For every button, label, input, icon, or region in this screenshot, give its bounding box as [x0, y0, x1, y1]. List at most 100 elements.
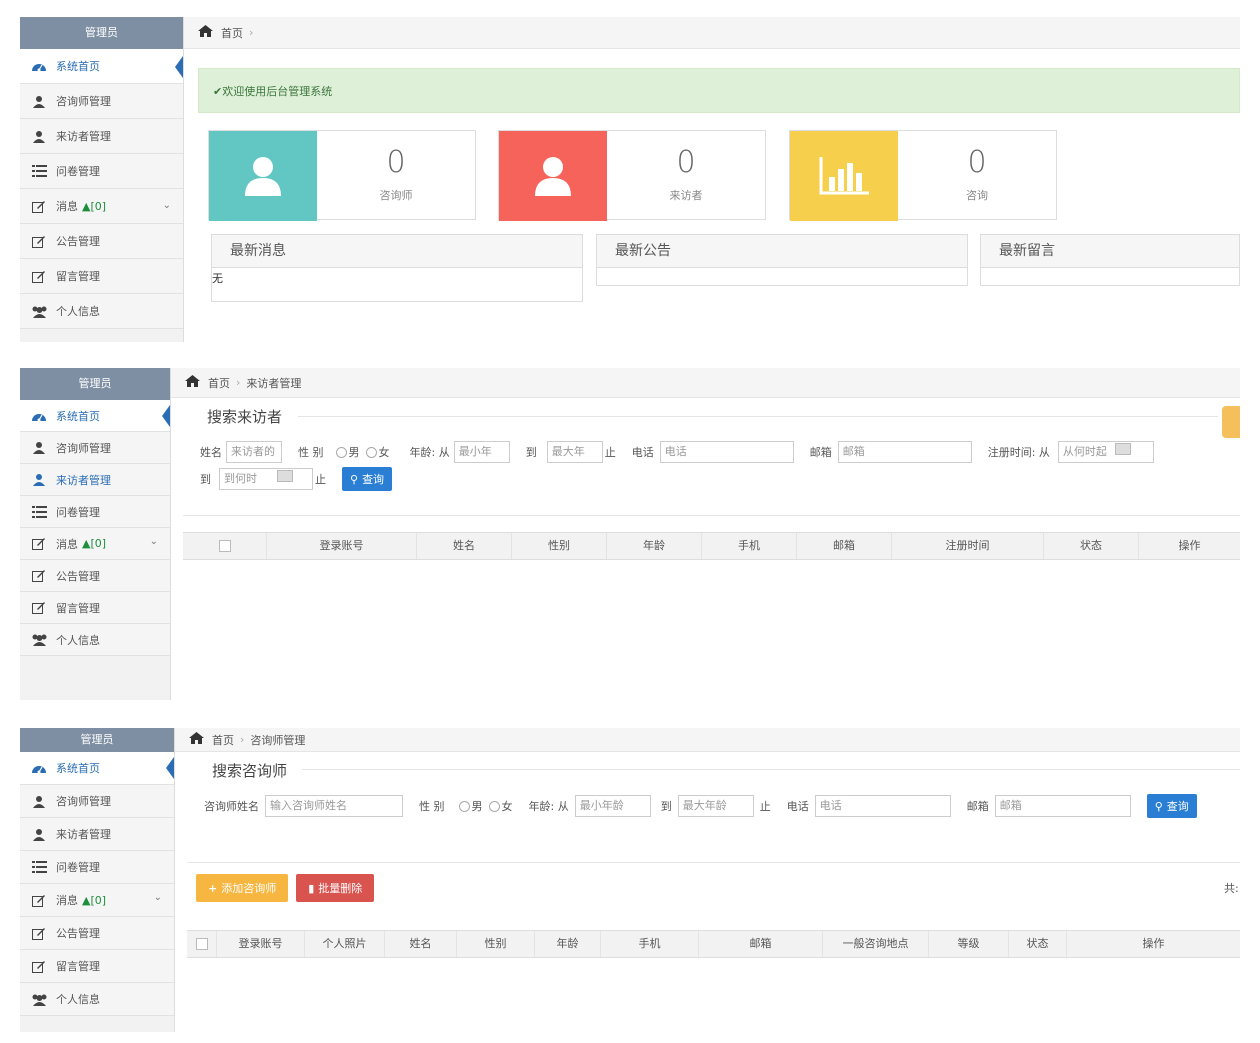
chevron-down-icon[interactable]: ⌄ — [163, 200, 171, 211]
column-header[interactable]: 姓名 — [385, 931, 457, 957]
sidebar-item-survey[interactable]: 问卷管理 — [20, 154, 183, 189]
query-button[interactable]: ⚲ 查询 — [342, 467, 393, 491]
column-header[interactable]: 性别 — [512, 533, 607, 559]
breadcrumb-home[interactable]: 首页 — [212, 732, 234, 748]
user-icon — [30, 441, 48, 455]
reg-from-input[interactable]: 从何时起 — [1057, 441, 1154, 463]
edit-icon — [30, 601, 48, 615]
sidebar-item-notice[interactable]: 公告管理 — [20, 560, 170, 592]
sidebar-item-label: 咨询师管理 — [56, 95, 111, 108]
bar-chart-icon — [819, 157, 869, 195]
age-min-input[interactable]: 最小年 — [453, 441, 510, 463]
phone-input[interactable]: 电话 — [659, 441, 794, 463]
column-header[interactable]: 注册时间 — [892, 533, 1044, 559]
column-header[interactable]: 状态 — [1044, 533, 1139, 559]
column-header[interactable]: 性别 — [457, 931, 535, 957]
home-icon[interactable] — [189, 732, 204, 747]
phone-input[interactable]: 电话 — [814, 795, 951, 817]
reg-to-placeholder: 到何时 — [224, 472, 257, 485]
box-title: 最新留言 — [981, 235, 1239, 268]
breadcrumb-home[interactable]: 首页 — [208, 375, 230, 391]
column-header[interactable]: 状态 — [1009, 931, 1067, 957]
chevron-down-icon[interactable]: ⌄ — [150, 536, 158, 547]
sidebar-item-counselor[interactable]: 咨询师管理 — [20, 785, 174, 818]
column-header[interactable]: 手机 — [601, 931, 699, 957]
sidebar-item-notice[interactable]: 公告管理 — [20, 917, 174, 950]
sidebar-item-guestbook[interactable]: 留言管理 — [20, 950, 174, 983]
sidebar-item-visitor[interactable]: 来访者管理 — [20, 818, 174, 851]
search-icon: ⚲ — [1154, 799, 1163, 813]
home-icon[interactable] — [185, 375, 200, 390]
breadcrumb-chevron-icon: › — [240, 733, 245, 746]
sidebar-item-profile[interactable]: 个人信息 — [20, 294, 183, 329]
column-header[interactable]: 邮箱 — [699, 931, 823, 957]
column-header[interactable]: 邮箱 — [797, 533, 892, 559]
sidebar-item-visitor[interactable]: 来访者管理 — [20, 464, 170, 496]
sidebar-item-guestbook[interactable]: 留言管理 — [20, 592, 170, 624]
bell-icon: ▲ — [82, 537, 91, 550]
column-header[interactable]: 登录账号 — [217, 931, 305, 957]
home-icon[interactable] — [198, 25, 213, 40]
sidebar-item-profile[interactable]: 个人信息 — [20, 983, 174, 1016]
calendar-icon[interactable] — [1114, 443, 1131, 455]
age-end-label: 止 — [759, 800, 771, 813]
sidebar-item-home[interactable]: 系统首页 — [20, 752, 174, 785]
select-all-checkbox[interactable] — [195, 938, 208, 950]
name-input[interactable]: 来访者的 — [226, 441, 282, 463]
batch-delete-label: 批量删除 — [318, 882, 363, 895]
sidebar-item-label: 公告管理 — [56, 235, 100, 248]
column-header[interactable]: 年龄 — [535, 931, 601, 957]
column-header[interactable]: 姓名 — [417, 533, 512, 559]
male-radio[interactable] — [335, 446, 347, 458]
age-max-input[interactable]: 最大年 — [546, 441, 603, 463]
add-counselor-button[interactable]: + 添加咨询师 — [196, 874, 289, 902]
column-header[interactable]: 等级 — [929, 931, 1009, 957]
column-header[interactable]: 操作 — [1139, 533, 1240, 559]
counselor-name-input[interactable]: 输入咨询师姓名 — [265, 795, 403, 817]
age-end-label: 止 — [604, 446, 616, 459]
stat-card-counselor: 0 咨询师 — [208, 130, 476, 221]
dashboard-icon — [30, 761, 48, 775]
sidebar-item-label: 系统首页 — [56, 409, 100, 423]
calendar-icon[interactable] — [277, 470, 293, 482]
sidebar-item-label: 消息 — [56, 200, 78, 213]
sidebar-item-visitor[interactable]: 来访者管理 — [20, 119, 183, 154]
male-radio[interactable] — [458, 800, 470, 812]
age-min-input[interactable]: 最小年龄 — [574, 795, 651, 817]
reg-to-input[interactable]: 到何时 — [219, 468, 313, 490]
batch-delete-button[interactable]: ▮ 批量删除 — [296, 874, 375, 902]
name-label: 姓名 — [200, 446, 222, 459]
sidebar-item-survey[interactable]: 问卷管理 — [20, 851, 174, 884]
email-input[interactable]: 邮箱 — [994, 795, 1131, 817]
breadcrumb: 首页 › — [184, 17, 1240, 49]
female-radio[interactable] — [365, 446, 377, 458]
sidebar-item-profile[interactable]: 个人信息 — [20, 624, 170, 656]
sidebar-item-counselor[interactable]: 咨询师管理 — [20, 84, 183, 119]
column-header[interactable]: 个人照片 — [305, 931, 385, 957]
sidebar-item-home[interactable]: 系统首页 — [20, 400, 170, 432]
sidebar-item-survey[interactable]: 问卷管理 — [20, 496, 170, 528]
column-header[interactable]: 年龄 — [607, 533, 702, 559]
column-header[interactable]: 登录账号 — [267, 533, 417, 559]
sidebar-item-notice[interactable]: 公告管理 — [20, 224, 183, 259]
select-all-checkbox[interactable] — [218, 540, 231, 552]
stat-icon-box — [790, 131, 898, 221]
column-header[interactable]: 一般咨询地点 — [823, 931, 929, 957]
email-input[interactable]: 邮箱 — [837, 441, 972, 463]
query-button[interactable]: ⚲ 查询 — [1146, 794, 1197, 818]
sidebar-item-counselor[interactable]: 咨询师管理 — [20, 432, 170, 464]
sidebar-item-guestbook[interactable]: 留言管理 — [20, 259, 183, 294]
sidebar-item-home[interactable]: 系统首页 — [20, 49, 183, 84]
column-header[interactable]: 手机 — [702, 533, 797, 559]
sidebar-item-messages[interactable]: 消息 ▲ [0] ⌄ — [20, 189, 183, 224]
female-radio[interactable] — [488, 800, 500, 812]
settings-gear-tab[interactable] — [1222, 406, 1240, 438]
message-count-badge: [0] — [90, 893, 107, 907]
column-header[interactable]: 操作 — [1067, 931, 1240, 957]
sidebar-item-messages[interactable]: 消息 ▲ [0] ⌄ — [20, 884, 174, 917]
chevron-down-icon[interactable]: ⌄ — [154, 892, 162, 903]
edit-icon — [30, 893, 48, 907]
age-max-input[interactable]: 最大年龄 — [677, 795, 754, 817]
sidebar-item-messages[interactable]: 消息 ▲ [0] ⌄ — [20, 528, 170, 560]
breadcrumb-home[interactable]: 首页 — [221, 25, 243, 41]
